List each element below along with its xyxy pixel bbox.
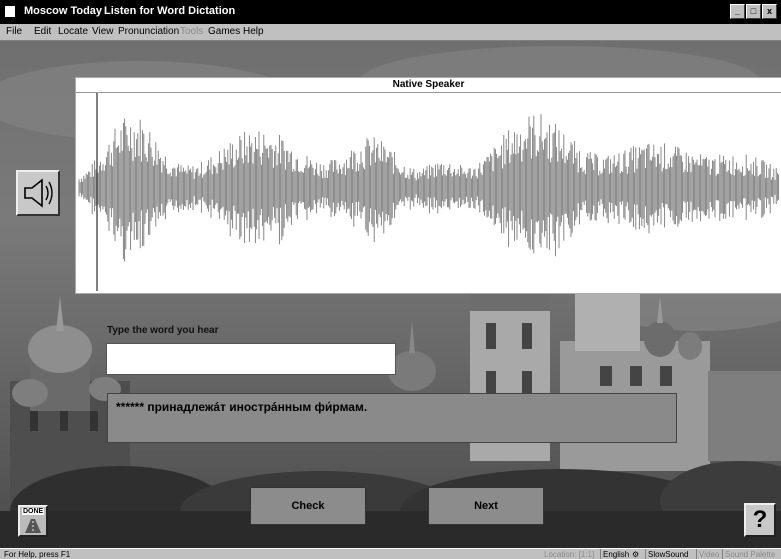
window-controls: _ □ x bbox=[730, 4, 777, 20]
answer-prompt: Type the word you hear bbox=[107, 325, 219, 336]
menu-bar: File Edit Locate View Pronunciation Tool… bbox=[0, 24, 781, 41]
gear-icon[interactable]: ⚙ bbox=[632, 549, 639, 559]
speaker-icon bbox=[24, 178, 53, 208]
help-button[interactable]: ? bbox=[744, 503, 776, 537]
next-button[interactable]: Next bbox=[428, 487, 544, 525]
waveform-panel: Native Speaker bbox=[75, 77, 781, 294]
sentence-text: ****** принадлежáт инострáнным фи́рмам. bbox=[116, 400, 368, 414]
status-slow-sound[interactable]: SlowSound bbox=[645, 549, 688, 559]
menu-edit[interactable]: Edit bbox=[34, 26, 51, 37]
menu-tools[interactable]: Tools bbox=[180, 26, 203, 37]
document-title: Listen for Word Dictation bbox=[104, 5, 236, 17]
status-help-text: For Help, press F1 bbox=[4, 550, 71, 559]
check-button[interactable]: Check bbox=[250, 487, 366, 525]
done-button[interactable]: DONE bbox=[18, 505, 48, 537]
waveform-title: Native Speaker bbox=[76, 78, 781, 93]
app-window: Moscow Today Listen for Word Dictation _… bbox=[0, 0, 781, 559]
status-sound-palette[interactable]: Sound Palette bbox=[722, 549, 775, 559]
status-video[interactable]: Video bbox=[696, 549, 719, 559]
title-bar: Moscow Today Listen for Word Dictation _… bbox=[0, 0, 781, 24]
answer-input[interactable] bbox=[106, 343, 396, 375]
menu-games[interactable]: Games bbox=[208, 26, 240, 37]
maximize-button[interactable]: □ bbox=[746, 4, 761, 19]
minimize-button[interactable]: _ bbox=[730, 4, 745, 19]
menu-view[interactable]: View bbox=[92, 26, 114, 37]
menu-help[interactable]: Help bbox=[243, 26, 264, 37]
close-button[interactable]: x bbox=[762, 4, 777, 19]
play-sound-button[interactable] bbox=[16, 170, 60, 216]
menu-pronunciation[interactable]: Pronunciation bbox=[118, 26, 179, 37]
audio-waveform[interactable] bbox=[76, 93, 781, 291]
done-label: DONE bbox=[22, 508, 45, 515]
app-title: Moscow Today bbox=[24, 5, 103, 17]
menu-file[interactable]: File bbox=[6, 26, 22, 37]
app-icon bbox=[5, 6, 15, 17]
status-location: Location: [1:1] bbox=[544, 550, 595, 559]
waveform-trace bbox=[78, 114, 780, 262]
menu-locate[interactable]: Locate bbox=[58, 26, 88, 37]
status-bar: For Help, press F1 Location: [1:1] Engli… bbox=[0, 548, 781, 559]
sentence-box: ****** принадлежáт инострáнным фи́рмам. bbox=[107, 393, 677, 443]
status-language[interactable]: English bbox=[600, 549, 629, 559]
